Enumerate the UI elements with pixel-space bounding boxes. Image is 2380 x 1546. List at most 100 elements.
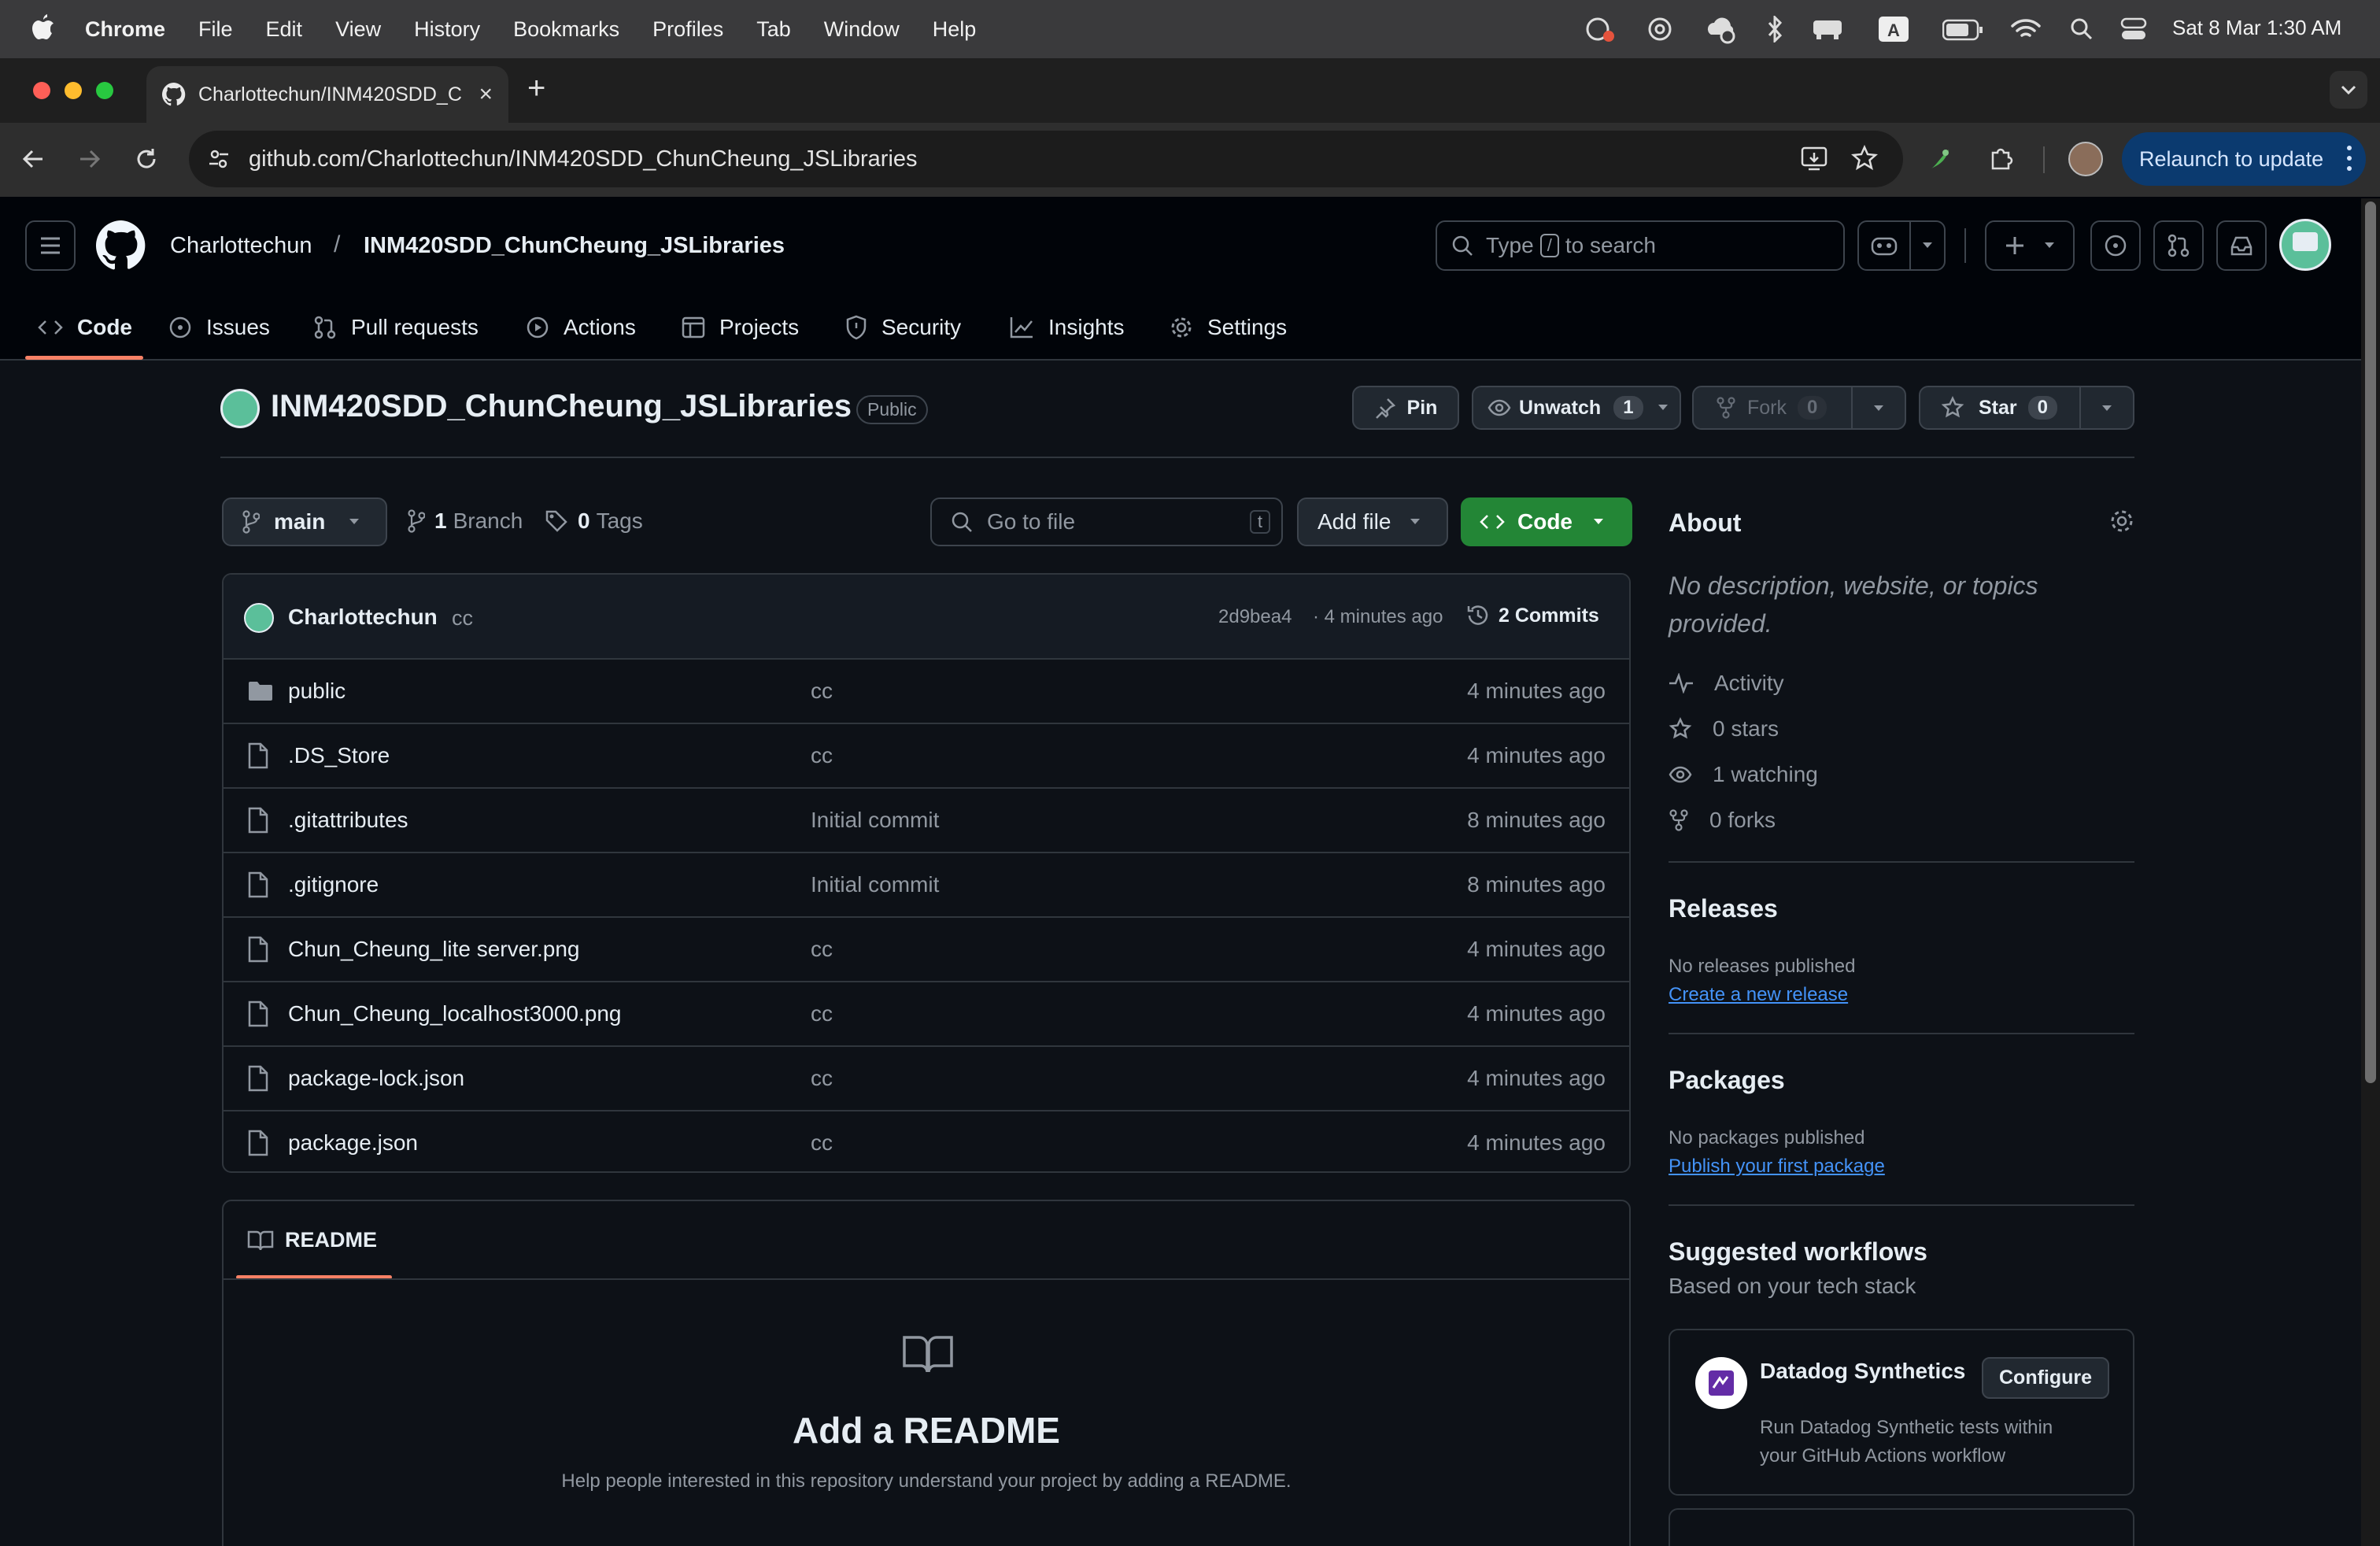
tab-actions[interactable]: Actions [526,305,636,350]
global-search-input[interactable]: Type / to search [1436,220,1845,271]
tab-settings[interactable]: Settings [1170,305,1287,350]
breadcrumb-owner[interactable]: Charlottechun [170,233,312,259]
file-name[interactable]: .DS_Store [288,743,390,768]
scrollbar-thumb[interactable] [2365,202,2376,1083]
gear-icon[interactable] [2109,509,2134,534]
tab-code[interactable]: Code [38,305,132,350]
create-new-button[interactable] [1985,220,2075,271]
readme-tab[interactable]: README [247,1228,377,1252]
file-row[interactable]: package-lock.json cc 4 minutes ago [222,1045,1631,1110]
code-button[interactable]: Code [1461,497,1632,546]
extension-icon[interactable] [1927,145,1953,173]
menubar-app-name[interactable]: Chrome [85,17,165,42]
file-commit-message[interactable]: Initial commit [811,872,939,897]
branches-link[interactable]: 1 Branch [408,509,523,534]
menu-profiles[interactable]: Profiles [652,17,723,42]
bluetooth-icon[interactable] [1766,16,1783,43]
inbox-button[interactable] [2216,220,2267,271]
relaunch-button[interactable]: Relaunch to update [2122,132,2366,186]
new-tab-button[interactable]: + [527,71,545,106]
wifi-icon[interactable] [2010,17,2042,41]
url-text[interactable]: github.com/Charlottechun/INM420SDD_ChunC… [249,146,918,172]
file-name[interactable]: public [288,679,346,704]
file-row[interactable]: public cc 4 minutes ago [222,658,1631,723]
spotlight-icon[interactable] [2070,17,2094,41]
back-arrow-icon[interactable] [20,146,46,172]
cloud-sync-icon[interactable] [1705,14,1738,44]
repo-title[interactable]: INM420SDD_ChunCheung_JSLibraries [271,389,852,424]
browser-tab-active[interactable]: Charlottechun/INM420SDD_C × [146,66,508,123]
chatgpt-icon[interactable] [1646,16,1673,43]
file-name[interactable]: package.json [288,1130,418,1156]
site-info-icon[interactable] [208,148,230,170]
file-row[interactable]: package.json cc 4 minutes ago [222,1110,1631,1174]
commits-link[interactable]: 2 Commits [1465,603,1599,628]
forks-link[interactable]: 0 forks [1669,808,1776,833]
display-icon[interactable] [1812,17,1843,41]
tab-projects[interactable]: Projects [682,305,799,350]
pin-button[interactable]: Pin [1352,386,1459,430]
menu-tab[interactable]: Tab [756,17,791,42]
reload-icon[interactable] [134,146,159,172]
tab-search-button[interactable] [2330,71,2367,109]
user-avatar[interactable] [2279,219,2331,271]
commit-author-avatar[interactable] [244,603,274,633]
activity-link[interactable]: Activity [1669,671,1784,696]
tab-security[interactable]: Security [845,305,961,350]
add-file-button[interactable]: Add file [1297,497,1448,546]
file-name[interactable]: Chun_Cheung_lite server.png [288,937,579,962]
input-source-icon[interactable]: A [1878,16,1909,43]
file-name[interactable]: Chun_Cheung_localhost3000.png [288,1001,621,1026]
apple-icon[interactable] [30,13,55,43]
issues-button[interactable] [2090,220,2141,271]
publish-package-link[interactable]: Publish your first package [1669,1156,1885,1178]
commit-hash[interactable]: 2d9bea4 [1218,606,1292,628]
profile-avatar[interactable] [2068,142,2103,176]
file-commit-message[interactable]: cc [811,743,833,768]
menubar-clock[interactable]: Sat 8 Mar 1:30 AM [2172,16,2341,40]
tags-link[interactable]: 0 Tags [545,509,643,534]
tab-issues[interactable]: Issues [168,305,270,350]
packages-heading[interactable]: Packages [1669,1066,1785,1095]
extensions-puzzle-icon[interactable] [1988,145,2015,172]
maximize-window-button[interactable] [96,82,113,99]
file-row[interactable]: .DS_Store cc 4 minutes ago [222,723,1631,787]
menu-bookmarks[interactable]: Bookmarks [513,17,619,42]
tab-insights[interactable]: Insights [1009,305,1125,350]
file-commit-message[interactable]: cc [811,1001,833,1026]
forward-arrow-icon[interactable] [77,146,102,172]
menu-window[interactable]: Window [824,17,900,42]
file-row[interactable]: .gitignore Initial commit 8 minutes ago [222,852,1631,916]
file-row[interactable]: .gitattributes Initial commit 8 minutes ag… [222,787,1631,852]
menu-view[interactable]: View [335,17,381,42]
github-logo-icon[interactable] [96,220,146,271]
address-bar[interactable]: github.com/Charlottechun/INM420SDD_ChunC… [189,131,1903,187]
battery-icon[interactable] [1942,19,1983,41]
creative-cloud-icon[interactable] [1584,16,1615,43]
page-scrollbar[interactable] [2361,198,2380,1546]
bookmark-star-icon[interactable] [1851,145,1878,172]
branch-selector[interactable]: main [222,497,387,546]
releases-heading[interactable]: Releases [1669,894,1778,923]
close-window-button[interactable] [33,82,50,99]
minimize-window-button[interactable] [65,82,82,99]
file-commit-message[interactable]: cc [811,1066,833,1091]
commit-message[interactable]: cc [452,606,473,631]
file-name[interactable]: .gitattributes [288,808,408,833]
file-commit-message[interactable]: cc [811,679,833,704]
file-name[interactable]: package-lock.json [288,1066,464,1091]
commit-author[interactable]: Charlottechun [288,605,438,630]
control-center-icon[interactable] [2120,16,2147,43]
file-commit-message[interactable]: cc [811,1130,833,1156]
file-commit-message[interactable]: cc [811,937,833,962]
breadcrumb-repo[interactable]: INM420SDD_ChunCheung_JSLibraries [364,233,785,259]
file-commit-message[interactable]: Initial commit [811,808,939,833]
menu-file[interactable]: File [198,17,233,42]
tab-pull-requests[interactable]: Pull requests [313,305,479,350]
file-name[interactable]: .gitignore [288,872,379,897]
install-app-icon[interactable] [1801,146,1828,172]
fork-button[interactable]: Fork 0 [1692,386,1906,430]
repo-owner-avatar[interactable] [220,389,260,428]
star-button[interactable]: Star 0 [1919,386,2134,430]
watching-link[interactable]: 1 watching [1669,762,1818,787]
